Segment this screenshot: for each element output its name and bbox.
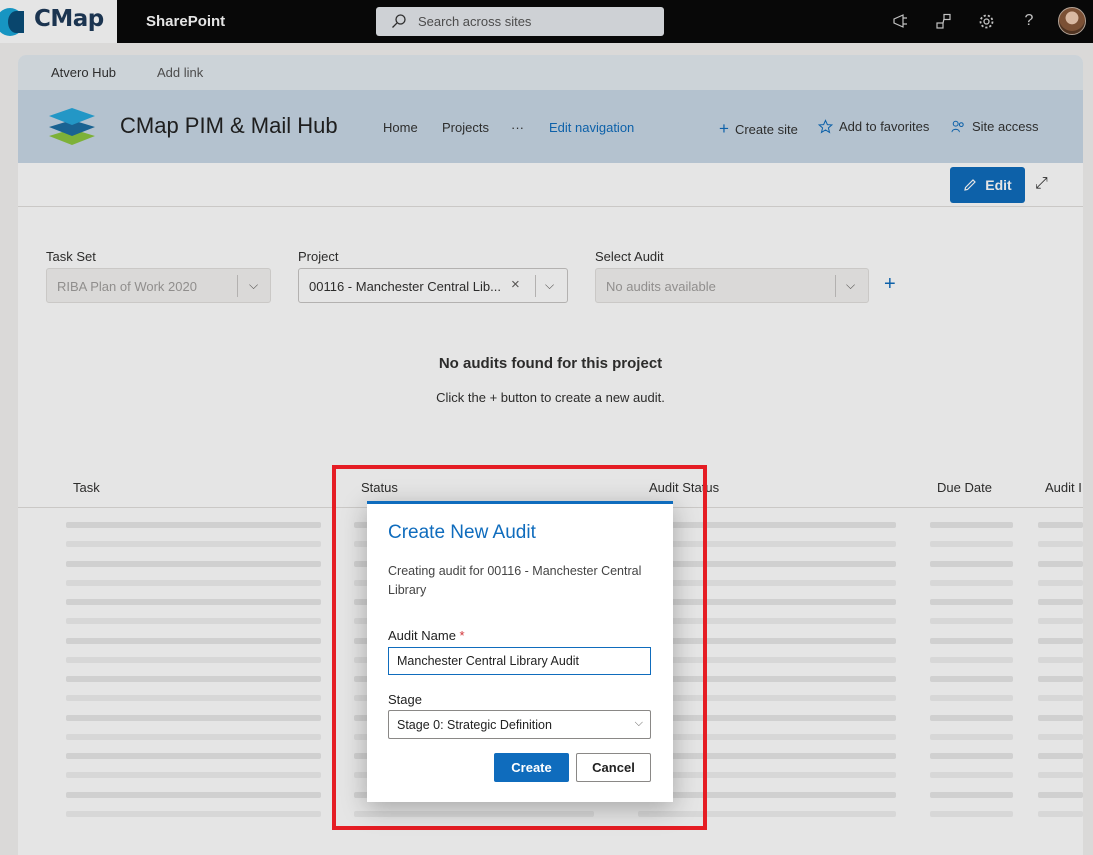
audit-name-label: Audit Name * <box>388 628 465 643</box>
chevron-down-icon: ⌵ <box>634 717 643 729</box>
dialog-title: Create New Audit <box>388 522 536 543</box>
cancel-button[interactable]: Cancel <box>576 753 651 782</box>
stage-label: Stage <box>388 692 422 707</box>
audit-name-input[interactable] <box>388 647 651 675</box>
audit-name-label-text: Audit Name <box>388 628 456 643</box>
create-audit-dialog: Create New Audit Creating audit for 0011… <box>367 501 673 802</box>
stage-value: Stage 0: Strategic Definition <box>397 718 552 732</box>
dialog-description: Creating audit for 00116 - Manchester Ce… <box>388 564 642 597</box>
create-button[interactable]: Create <box>494 753 569 782</box>
stage-dropdown[interactable]: Stage 0: Strategic Definition ⌵ <box>388 710 651 739</box>
required-indicator: * <box>459 628 465 643</box>
